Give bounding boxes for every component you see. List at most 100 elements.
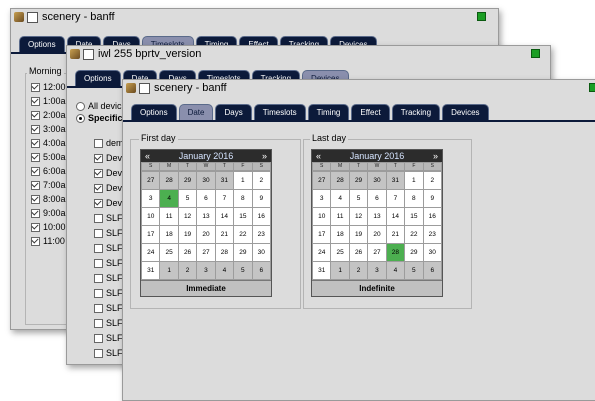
day-cell[interactable]: 23 <box>423 226 441 243</box>
radio-all-devices-button[interactable] <box>76 101 85 111</box>
day-cell[interactable]: 16 <box>423 208 441 225</box>
timeslot-checkbox[interactable] <box>31 96 40 106</box>
window3-tab-timeslots[interactable]: Timeslots <box>253 104 306 120</box>
timeslot-checkbox[interactable] <box>31 236 40 246</box>
day-cell[interactable]: 21 <box>215 226 234 243</box>
timeslot-checkbox[interactable] <box>31 110 40 120</box>
day-cell[interactable]: 8 <box>405 190 423 207</box>
day-cell[interactable]: 30 <box>423 244 441 261</box>
radio-specific-devices-button[interactable] <box>76 113 85 123</box>
day-cell[interactable]: 14 <box>386 208 405 225</box>
window3-titlebar[interactable]: scenery - banff <box>123 80 595 96</box>
timeslot-checkbox[interactable] <box>31 152 40 162</box>
day-cell[interactable]: 4 <box>331 190 349 207</box>
device-checkbox[interactable] <box>94 213 103 223</box>
day-cell[interactable]: 14 <box>215 208 234 225</box>
day-cell[interactable]: 27 <box>197 244 215 261</box>
device-checkbox[interactable] <box>94 153 103 163</box>
device-item[interactable]: Dev <box>94 183 122 193</box>
day-cell[interactable]: 1 <box>234 172 252 189</box>
timeslot-checkbox[interactable] <box>31 138 40 148</box>
day-cell[interactable]: 27 <box>313 172 331 189</box>
day-cell[interactable]: 1 <box>405 172 423 189</box>
day-cell[interactable]: 15 <box>405 208 423 225</box>
first-day-footer-button[interactable]: Immediate <box>141 280 271 296</box>
window1-titlebar[interactable]: scenery - banff <box>11 9 498 25</box>
last-day-footer-button[interactable]: Indefinite <box>312 280 442 296</box>
day-cell[interactable]: 13 <box>368 208 386 225</box>
day-cell[interactable]: 3 <box>313 190 331 207</box>
day-cell[interactable]: 3 <box>142 190 160 207</box>
timeslot-checkbox[interactable] <box>31 208 40 218</box>
day-cell[interactable]: 31 <box>142 262 160 279</box>
day-cell[interactable]: 5 <box>234 262 252 279</box>
day-cell[interactable]: 20 <box>197 226 215 243</box>
device-checkbox[interactable] <box>94 318 103 328</box>
day-cell[interactable]: 9 <box>252 190 270 207</box>
device-checkbox[interactable] <box>94 288 103 298</box>
window3-tab-devices[interactable]: Devices <box>442 104 489 120</box>
day-cell[interactable]: 12 <box>349 208 368 225</box>
day-cell[interactable]: 24 <box>142 244 160 261</box>
day-cell[interactable]: 10 <box>313 208 331 225</box>
day-cell[interactable]: 30 <box>197 172 215 189</box>
day-cell[interactable]: 5 <box>349 190 368 207</box>
timeslot-item[interactable]: 6:00a <box>31 166 66 176</box>
day-cell[interactable]: 29 <box>234 244 252 261</box>
day-cell[interactable]: 26 <box>349 244 368 261</box>
device-item[interactable]: SLF <box>94 213 123 223</box>
device-item[interactable]: Dev <box>94 153 122 163</box>
timeslot-item[interactable]: 10:00 <box>31 222 66 232</box>
window3-tab-tracking[interactable]: Tracking <box>391 104 441 120</box>
timeslot-checkbox[interactable] <box>31 166 40 176</box>
window1-tab-options[interactable]: Options <box>19 36 65 52</box>
day-cell[interactable]: 31 <box>386 172 405 189</box>
timeslot-checkbox[interactable] <box>31 82 40 92</box>
day-cell[interactable]: 19 <box>349 226 368 243</box>
device-checkbox[interactable] <box>94 333 103 343</box>
window2-titlebar[interactable]: iwl 255 bprtv_version <box>67 46 550 62</box>
window3-tab-days[interactable]: Days <box>215 104 252 120</box>
day-cell[interactable]: 29 <box>178 172 197 189</box>
day-cell[interactable]: 2 <box>423 172 441 189</box>
day-cell[interactable]: 5 <box>178 190 197 207</box>
day-cell[interactable]: 18 <box>160 226 178 243</box>
timeslot-item[interactable]: 5:00a <box>31 152 66 162</box>
device-checkbox[interactable] <box>94 138 103 148</box>
device-item[interactable]: SLF <box>94 348 123 358</box>
timeslot-item[interactable]: 9:00a <box>31 208 66 218</box>
timeslot-item[interactable]: 1:00a <box>31 96 66 106</box>
timeslot-item[interactable]: 2:00a <box>31 110 66 120</box>
selected-day-cell[interactable]: 4 <box>160 190 178 207</box>
day-cell[interactable]: 1 <box>160 262 178 279</box>
timeslot-item[interactable]: 8:00a <box>31 194 66 204</box>
device-checkbox[interactable] <box>94 228 103 238</box>
day-cell[interactable]: 30 <box>252 244 270 261</box>
day-cell[interactable]: 24 <box>313 244 331 261</box>
day-cell[interactable]: 29 <box>405 244 423 261</box>
window1-select-checkbox[interactable] <box>27 11 38 23</box>
day-cell[interactable]: 12 <box>178 208 197 225</box>
day-cell[interactable]: 16 <box>252 208 270 225</box>
day-cell[interactable]: 22 <box>234 226 252 243</box>
device-item[interactable]: SLF <box>94 258 123 268</box>
day-cell[interactable]: 6 <box>197 190 215 207</box>
window3-tab-date[interactable]: Date <box>178 104 214 120</box>
day-cell[interactable]: 23 <box>252 226 270 243</box>
timeslot-checkbox[interactable] <box>31 180 40 190</box>
day-cell[interactable]: 9 <box>423 190 441 207</box>
day-cell[interactable]: 27 <box>368 244 386 261</box>
day-cell[interactable]: 11 <box>331 208 349 225</box>
day-cell[interactable]: 20 <box>368 226 386 243</box>
day-cell[interactable]: 1 <box>331 262 349 279</box>
day-cell[interactable]: 17 <box>313 226 331 243</box>
window3-tab-effect[interactable]: Effect <box>351 104 390 120</box>
timeslot-item[interactable]: 7:00a <box>31 180 66 190</box>
day-cell[interactable]: 28 <box>160 172 178 189</box>
window2-select-checkbox[interactable] <box>83 48 94 60</box>
timeslot-item[interactable]: 11:00 <box>31 236 65 246</box>
radio-specific-devices[interactable]: Specific <box>76 113 123 123</box>
device-item[interactable]: Dev <box>94 198 122 208</box>
day-cell[interactable]: 26 <box>178 244 197 261</box>
day-cell[interactable]: 28 <box>331 172 349 189</box>
